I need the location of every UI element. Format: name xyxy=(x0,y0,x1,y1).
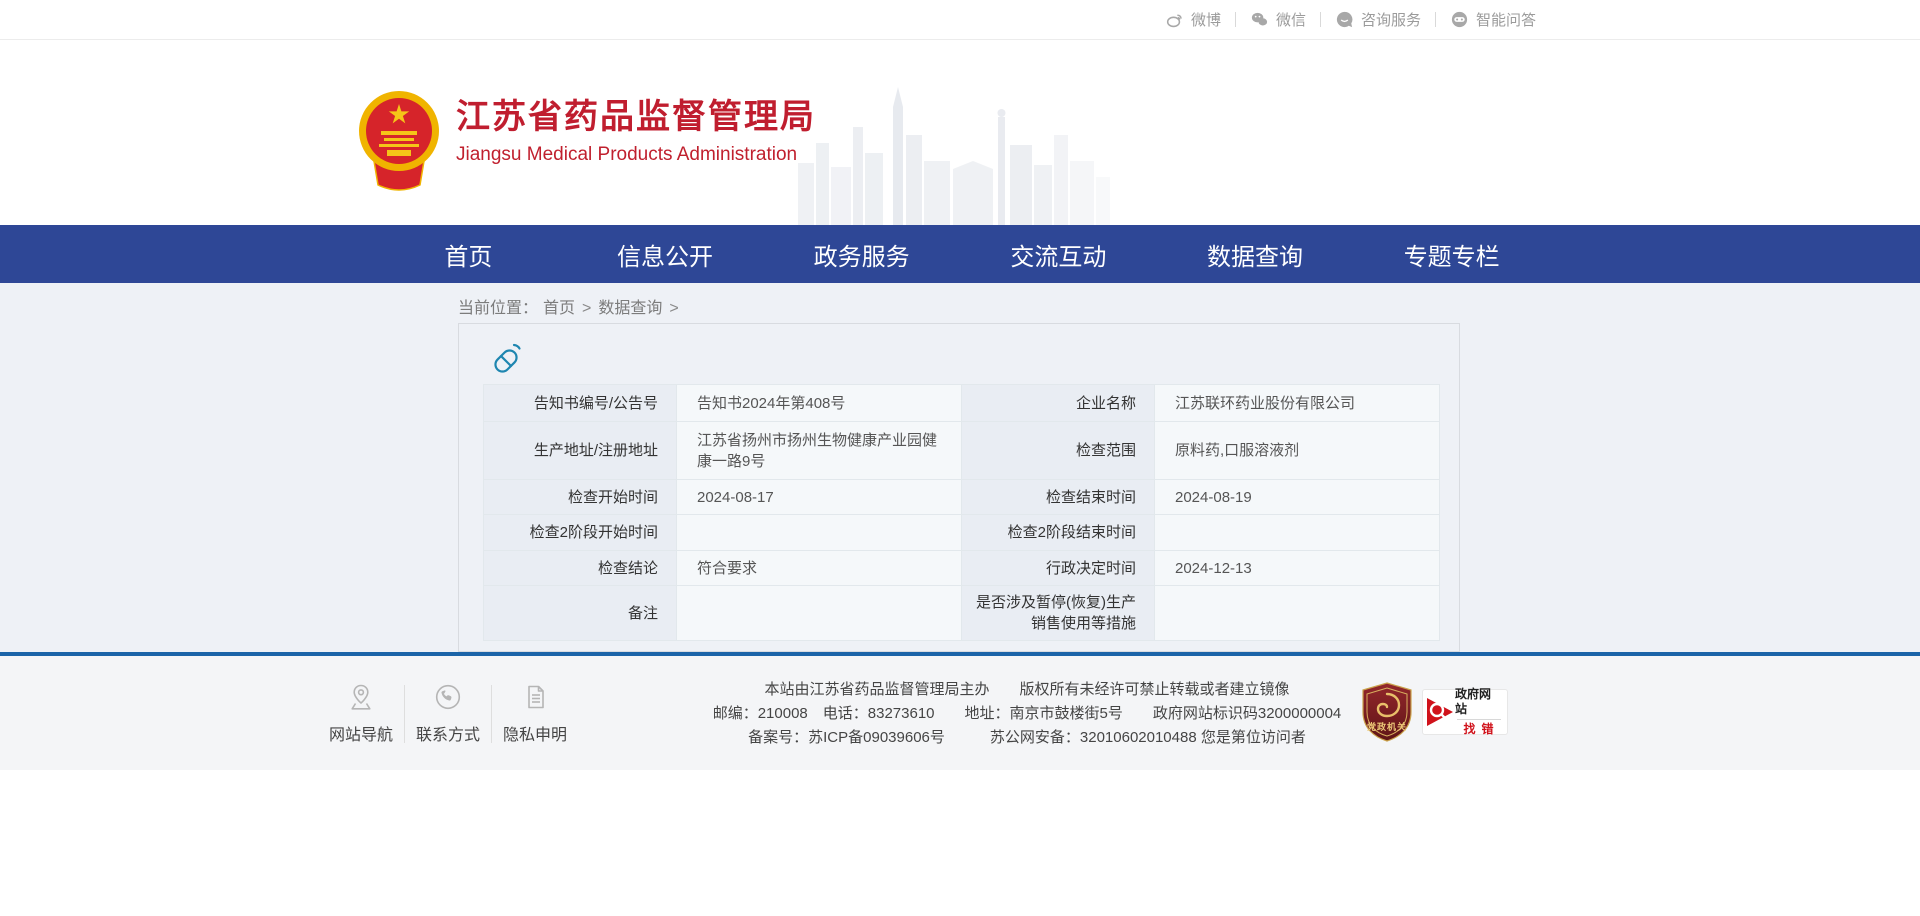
field-value: 原料药,口服溶液剂 xyxy=(1155,422,1440,480)
site-error-badge-rule xyxy=(1457,719,1501,720)
topbar-link-consult[interactable]: 咨询服务 xyxy=(1321,9,1435,30)
field-value: 2024-08-17 xyxy=(677,480,962,515)
field-label: 检查范围 xyxy=(962,422,1155,480)
field-value xyxy=(677,586,962,641)
field-value xyxy=(1155,515,1440,551)
table-row: 生产地址/注册地址 江苏省扬州市扬州生物健康产业园健康一路9号 检查范围 原料药… xyxy=(484,422,1440,480)
field-label: 检查开始时间 xyxy=(484,480,677,515)
nav-item-gov-services[interactable]: 政务服务 xyxy=(763,225,960,283)
inspection-detail-panel: 告知书编号/公告号 告知书2024年第408号 企业名称 江苏联环药业股份有限公… xyxy=(458,323,1460,652)
footer-link-label: 联系方式 xyxy=(416,721,480,745)
topbar-link-smart-qa[interactable]: 智能问答 xyxy=(1436,9,1550,30)
nav-item-info-disclosure[interactable]: 信息公开 xyxy=(567,225,764,283)
field-label: 检查2阶段开始时间 xyxy=(484,515,677,551)
field-label: 行政决定时间 xyxy=(962,551,1155,586)
inspection-detail-table: 告知书编号/公告号 告知书2024年第408号 企业名称 江苏联环药业股份有限公… xyxy=(483,384,1440,641)
footer-link-sitemap[interactable]: 网站导航 xyxy=(318,682,404,745)
breadcrumb: 当前位置： 首页 > 数据查询 > xyxy=(458,294,681,318)
field-value: 告知书2024年第408号 xyxy=(677,385,962,422)
field-label: 检查结束时间 xyxy=(962,480,1155,515)
footer-legal-text: 本站由江苏省药品监督管理局主办 版权所有未经许可禁止转载或者建立镜像 邮编：21… xyxy=(632,678,1422,750)
site-header: 江苏省药品监督管理局 Jiangsu Medical Products Admi… xyxy=(0,41,1920,225)
site-title: 江苏省药品监督管理局 xyxy=(456,97,816,137)
footer: 网站导航 联系方式 xyxy=(0,656,1920,770)
footer-line-host: 本站由江苏省药品监督管理局主办 版权所有未经许可禁止转载或者建立镜像 xyxy=(632,678,1422,702)
footer-line-icp: 备案号：苏ICP备09039606号 苏公网安备：32010602010488 … xyxy=(632,726,1422,750)
site-error-badge-title: 政府网站 xyxy=(1455,687,1502,717)
footer-link-privacy[interactable]: 隐私申明 xyxy=(492,682,578,745)
footer-quick-links: 网站导航 联系方式 xyxy=(318,682,578,745)
main-nav: 首页 信息公开 政务服务 交流互动 数据查询 专题专栏 xyxy=(0,225,1920,283)
national-emblem-logo xyxy=(354,89,444,193)
field-value: 江苏联环药业股份有限公司 xyxy=(1155,385,1440,422)
field-value: 2024-08-19 xyxy=(1155,480,1440,515)
footer-line-contact: 邮编：210008 电话：83273610 地址：南京市鼓楼街5号 政府网站标识… xyxy=(632,702,1422,726)
field-label: 企业名称 xyxy=(962,385,1155,422)
field-label: 检查2阶段结束时间 xyxy=(962,515,1155,551)
shield-icon xyxy=(1359,682,1415,742)
field-value: 符合要求 xyxy=(677,551,962,586)
page: 微博 微信 xyxy=(0,0,1920,916)
party-gov-shield-badge[interactable]: 党政机关 xyxy=(1359,682,1415,742)
nav-item-home[interactable]: 首页 xyxy=(370,225,567,283)
field-label: 生产地址/注册地址 xyxy=(484,422,677,480)
topbar-link-weibo[interactable]: 微博 xyxy=(1151,9,1235,30)
city-skyline-graphic xyxy=(798,65,1118,225)
table-row: 告知书编号/公告号 告知书2024年第408号 企业名称 江苏联环药业股份有限公… xyxy=(484,385,1440,422)
topbar-link-label: 咨询服务 xyxy=(1361,9,1421,30)
nav-item-special-topics[interactable]: 专题专栏 xyxy=(1353,225,1550,283)
topbar-link-label: 智能问答 xyxy=(1476,9,1536,30)
field-label: 是否涉及暂停(恢复)生产销售使用等措施 xyxy=(962,586,1155,641)
pill-icon xyxy=(487,340,525,378)
breadcrumb-section-link[interactable]: 数据查询 xyxy=(598,300,662,317)
table-row: 检查2阶段开始时间 检查2阶段结束时间 xyxy=(484,515,1440,551)
field-label: 检查结论 xyxy=(484,551,677,586)
map-pin-icon xyxy=(346,682,376,712)
site-error-report-badge[interactable]: 政府网站 找错 xyxy=(1422,689,1508,735)
footer-link-contact[interactable]: 联系方式 xyxy=(405,682,491,745)
topbar-link-label: 微博 xyxy=(1191,9,1221,30)
topbar-link-label: 微信 xyxy=(1276,9,1306,30)
document-icon xyxy=(520,682,550,712)
breadcrumb-prefix: 当前位置： xyxy=(458,300,538,317)
nav-item-interaction[interactable]: 交流互动 xyxy=(960,225,1157,283)
breadcrumb-home-link[interactable]: 首页 xyxy=(543,300,575,317)
footer-link-label: 网站导航 xyxy=(329,721,393,745)
main-content-area: 当前位置：首页>数据查询> 告知书 xyxy=(0,283,1920,652)
wechat-icon xyxy=(1250,10,1269,29)
breadcrumb-separator: > xyxy=(669,300,678,317)
field-value xyxy=(1155,586,1440,641)
find-error-icon xyxy=(1425,695,1455,729)
footer-link-label: 隐私申明 xyxy=(503,721,567,745)
topbar: 微博 微信 xyxy=(0,0,1920,40)
site-subtitle: Jiangsu Medical Products Administration xyxy=(456,144,816,166)
chat-service-icon xyxy=(1335,10,1354,29)
phone-icon xyxy=(433,682,463,712)
smart-qa-icon xyxy=(1450,10,1469,29)
field-value: 江苏省扬州市扬州生物健康产业园健康一路9号 xyxy=(677,422,962,480)
table-row: 备注 是否涉及暂停(恢复)生产销售使用等措施 xyxy=(484,586,1440,641)
table-row: 检查结论 符合要求 行政决定时间 2024-12-13 xyxy=(484,551,1440,586)
footer-badges: 党政机关 政府网站 找错 xyxy=(1359,682,1508,742)
field-value xyxy=(677,515,962,551)
topbar-link-wechat[interactable]: 微信 xyxy=(1236,9,1320,30)
shield-badge-label: 党政机关 xyxy=(1359,720,1415,733)
weibo-icon xyxy=(1165,10,1184,29)
breadcrumb-separator: > xyxy=(582,300,591,317)
table-row: 检查开始时间 2024-08-17 检查结束时间 2024-08-19 xyxy=(484,480,1440,515)
site-error-badge-action: 找错 xyxy=(1457,722,1499,737)
field-label: 告知书编号/公告号 xyxy=(484,385,677,422)
field-label: 备注 xyxy=(484,586,677,641)
nav-item-data-query[interactable]: 数据查询 xyxy=(1157,225,1354,283)
field-value: 2024-12-13 xyxy=(1155,551,1440,586)
